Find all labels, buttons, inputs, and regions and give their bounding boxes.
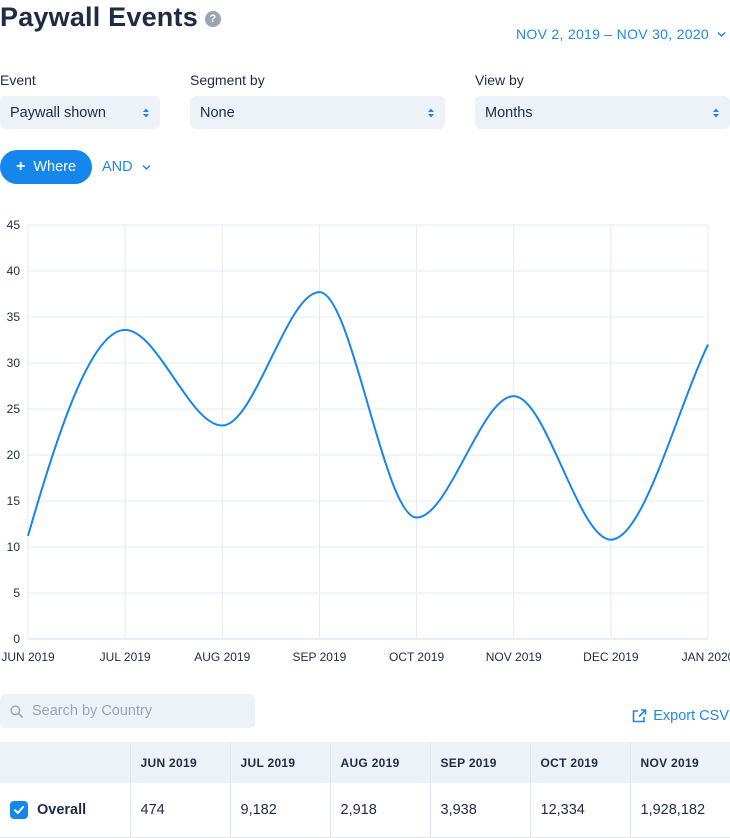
table-cell: 12,334 [530,783,631,838]
x-tick-label: JUN 2019 [1,650,55,664]
row-checkbox[interactable] [10,801,28,819]
add-where-button[interactable]: + Where [0,150,92,184]
y-tick-label: 20 [7,448,21,462]
where-button-label: Where [33,159,77,175]
column-header [0,742,131,783]
y-tick-label: 40 [7,264,21,278]
y-tick-label: 45 [7,218,21,232]
date-range-label: NOV 2, 2019 – NOV 30, 2020 [515,26,709,42]
y-tick-label: 15 [7,494,21,508]
segment-select-value: None [200,104,235,121]
segment-select[interactable]: None [190,96,445,129]
line-chart: 0 5 10 15 20 25 30 35 40 45 JUN 2019 JUL 2019 AUG 20… [1,218,730,664]
event-select[interactable]: Paywall shown [0,96,160,129]
row-label-cell: Overall [0,783,131,838]
search-input[interactable] [30,702,244,720]
page-header: Paywall Events ? [0,2,221,33]
and-label: AND [102,159,133,175]
y-tick-label: 35 [7,310,21,324]
view-select-value: Months [485,104,533,121]
export-csv-label: Export CSV [653,708,729,724]
country-search[interactable] [0,694,255,728]
event-label: Event [0,72,36,88]
column-header[interactable]: OCT 2019 [530,742,631,783]
y-tick-label: 10 [7,540,21,554]
event-select-value: Paywall shown [10,104,106,121]
column-header[interactable]: AUG 2019 [330,742,431,783]
chevron-down-icon [717,31,726,37]
series-line [27,291,709,541]
sort-arrows-icon [428,108,434,117]
row-label: Overall [10,801,130,819]
table-cell: 1,928,182 [630,783,730,838]
view-label: View by [475,72,524,88]
data-table: JUN 2019 JUL 2019 AUG 2019 SEP 2019 OCT … [0,742,730,838]
x-tick-label: DEC 2019 [583,650,639,664]
page-title: Paywall Events [0,2,198,32]
y-tick-label: 5 [13,586,20,600]
x-tick-label: JUL 2019 [100,650,151,664]
column-header[interactable]: JUN 2019 [130,742,231,783]
help-icon[interactable]: ? [204,11,221,27]
plus-icon: + [15,158,26,175]
table-cell: 474 [130,783,231,838]
search-icon [10,704,23,718]
x-tick-label: AUG 2019 [194,650,250,664]
export-csv-button[interactable]: Export CSV [632,708,729,724]
date-range-picker[interactable]: NOV 2, 2019 – NOV 30, 2020 [516,26,726,42]
column-header[interactable]: SEP 2019 [430,742,531,783]
sort-arrows-icon [713,108,719,117]
table-row: Overall 474 9,182 2,918 3,938 12,334 1,9… [0,783,730,838]
x-tick-label: JAN 2020 [682,650,730,664]
row-label-text: Overall [37,802,87,818]
y-tick-label: 0 [13,632,20,646]
view-select[interactable]: Months [475,96,730,129]
column-header[interactable]: NOV 2019 [630,742,730,783]
y-tick-label: 25 [7,402,21,416]
checkmark-icon [14,806,24,814]
x-tick-label: NOV 2019 [486,650,542,664]
segment-label: Segment by [190,72,265,88]
x-tick-label: OCT 2019 [389,650,444,664]
table-cell: 3,938 [430,783,531,838]
table-cell: 9,182 [230,783,331,838]
chevron-down-icon [142,164,150,170]
y-tick-label: 30 [7,356,21,370]
x-tick-label: SEP 2019 [293,650,347,664]
sort-arrows-icon [143,108,149,117]
table-header-row: JUN 2019 JUL 2019 AUG 2019 SEP 2019 OCT … [0,742,730,783]
export-icon [632,709,647,723]
table-cell: 2,918 [330,783,431,838]
and-dropdown[interactable]: AND [102,150,151,184]
column-header[interactable]: JUL 2019 [230,742,331,783]
